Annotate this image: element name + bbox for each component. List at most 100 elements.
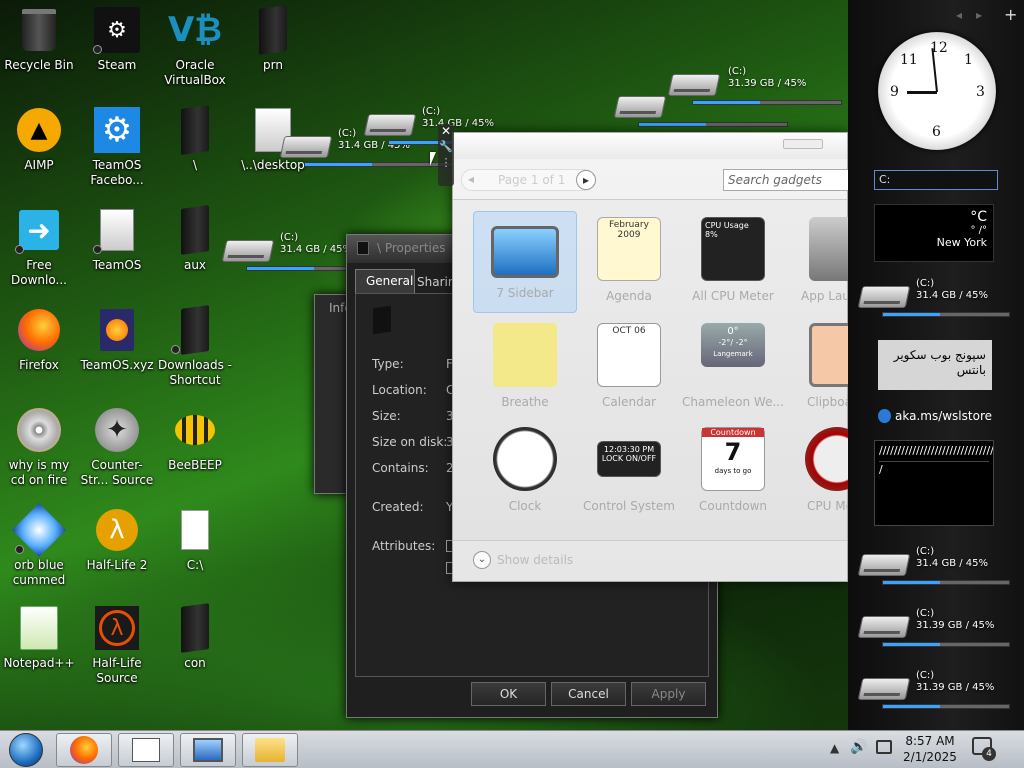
start-button[interactable] bbox=[4, 731, 48, 768]
desktop-icon-teamos-facebook[interactable]: ⚙ TeamOS Facebo... bbox=[78, 100, 156, 196]
countdown-title: Countdown bbox=[702, 428, 764, 437]
gadget-control-system[interactable]: 12:03:30 PM LOCK ON/OFF Control System bbox=[577, 421, 681, 523]
desktop-icon-free-download[interactable]: ➜ Free Downlo... bbox=[0, 200, 78, 296]
sidebar-link[interactable]: aka.ms/wslstore bbox=[878, 402, 992, 430]
gadget-name: Breathe bbox=[501, 395, 549, 409]
drive-gadget[interactable]: (C:) 31.39 GB / 45% bbox=[667, 66, 870, 112]
gadget-clipboard[interactable]: Clipboard bbox=[785, 317, 849, 419]
taskbar-firefox[interactable] bbox=[56, 733, 112, 767]
sidebar-nav-next[interactable]: ▸ bbox=[976, 8, 982, 22]
gadget-clock[interactable]: Clock bbox=[473, 421, 577, 523]
gadget-all-cpu-meter[interactable]: CPU Usage 8% All CPU Meter bbox=[681, 211, 785, 313]
gadget-countdown[interactable]: Countdown 7 days to go Countdown bbox=[681, 421, 785, 523]
folder-icon bbox=[357, 241, 369, 255]
drive-name: (C:) bbox=[916, 670, 935, 681]
desktop-icon-notepadpp[interactable]: Notepad++ bbox=[0, 598, 78, 694]
next-page-icon[interactable]: ▸ bbox=[576, 170, 596, 190]
network-icon[interactable] bbox=[876, 740, 892, 754]
hard-drive-icon bbox=[363, 114, 417, 136]
gadget-gallery-window[interactable]: ◂ Page 1 of 1 ▸ Search gadgets 7 Sidebar… bbox=[452, 132, 849, 582]
taskbar-properties[interactable] bbox=[118, 733, 174, 767]
cpu-gauge-icon bbox=[805, 427, 849, 491]
desktop-icon-backslash[interactable]: \ bbox=[156, 100, 234, 196]
sidebar-slash-box[interactable]: ////////////////////////////////////////… bbox=[874, 440, 994, 526]
gadget-cpu-meter[interactable]: CPU Meter bbox=[785, 421, 849, 523]
field-type-label: Type: bbox=[372, 357, 404, 371]
sidebar-search-input[interactable]: C: bbox=[874, 170, 998, 190]
gadget-name: 7 Sidebar bbox=[496, 286, 554, 300]
gadget-calendar[interactable]: OCT 06 Calendar bbox=[577, 317, 681, 419]
weather-range: -2°/ -2° bbox=[718, 338, 748, 347]
search-gadgets-input[interactable]: Search gadgets bbox=[723, 169, 849, 191]
agenda-header: February 2009 bbox=[609, 220, 649, 240]
gadget-name: Agenda bbox=[606, 289, 652, 303]
page-navigator: ◂ Page 1 of 1 ▸ bbox=[461, 169, 596, 191]
show-details-link[interactable]: Show details bbox=[497, 553, 573, 567]
desktop-icon-why-cd-on-fire[interactable]: why is my cd on fire bbox=[0, 400, 78, 496]
clock-icon bbox=[493, 427, 557, 491]
desktop-icon-counter-strike[interactable]: ✦ Counter-Str... Source bbox=[78, 400, 156, 496]
desktop-icon-orb-blue[interactable]: orb blue cummed bbox=[0, 500, 78, 596]
countdown-subtitle: days to go bbox=[714, 467, 752, 475]
control-time: 12:03:30 PM bbox=[603, 445, 655, 454]
sidebar-drive-gadget[interactable]: (C:) 31.4 GB / 45% bbox=[857, 278, 1024, 324]
drive-info: 31.4 GB / 45% bbox=[422, 118, 495, 129]
gadget-name: Chameleon We... bbox=[682, 395, 784, 409]
gadget-7-sidebar[interactable]: 7 Sidebar bbox=[473, 211, 577, 313]
firefox-icon bbox=[70, 736, 98, 764]
drag-handle-icon[interactable]: ⋮ bbox=[438, 156, 454, 172]
gadget-name: Calendar bbox=[602, 395, 656, 409]
taskbar-control-panel[interactable] bbox=[180, 733, 236, 767]
system-clock[interactable]: 8:57 AM 2/1/2025 bbox=[898, 733, 962, 765]
sidebar-note[interactable]: سپونج بوب سكوير بانتس bbox=[878, 340, 992, 390]
desktop-icon-con[interactable]: con bbox=[156, 598, 234, 694]
close-icon[interactable]: ✕ bbox=[438, 124, 454, 140]
minimize-button[interactable] bbox=[783, 139, 823, 149]
sidebar-nav-prev[interactable]: ◂ bbox=[956, 8, 962, 22]
gadget-app-launcher[interactable]: App Launcher bbox=[785, 211, 849, 313]
sidebar-drive-gadget[interactable]: (C:) 31.39 GB / 45% bbox=[857, 608, 1024, 654]
drive-info: 31.4 GB / 45% bbox=[916, 558, 989, 569]
sidebar-drive-gadget[interactable]: (C:) 31.39 GB / 45% bbox=[857, 670, 1024, 716]
weather-cloud-icon: 0° -2°/ -2° Langemark bbox=[701, 323, 765, 367]
desktop-icon-aimp[interactable]: ▲ AIMP bbox=[0, 100, 78, 196]
wrench-icon[interactable]: 🔧 bbox=[438, 140, 454, 156]
show-hidden-icons-icon[interactable]: ▲ bbox=[830, 741, 839, 755]
desktop-icon-downloads-shortcut[interactable]: Downloads - Shortcut bbox=[156, 300, 234, 396]
desktop-icon-c-drive[interactable]: C:\ bbox=[156, 500, 234, 596]
virtualbox-icon: V₿ bbox=[167, 10, 223, 50]
desktop-icon-aux[interactable]: aux bbox=[156, 200, 234, 296]
sidebar-add-gadget[interactable]: + bbox=[1004, 5, 1017, 24]
gallery-titlebar[interactable] bbox=[453, 133, 847, 159]
desktop-icon-half-life-2[interactable]: λ Half-Life 2 bbox=[78, 500, 156, 596]
cd-fire-icon bbox=[15, 406, 63, 454]
apply-button[interactable]: Apply bbox=[631, 682, 706, 706]
free-download-icon: ➜ bbox=[15, 206, 63, 254]
drive-usage-bar bbox=[882, 642, 1010, 647]
gadget-agenda[interactable]: February 2009 Agenda bbox=[577, 211, 681, 313]
clock-hour-hand bbox=[907, 91, 937, 94]
gadget-chameleon-weather[interactable]: 0° -2°/ -2° Langemark Chameleon We... bbox=[681, 317, 785, 419]
desktop-icon-firefox[interactable]: Firefox bbox=[0, 300, 78, 396]
ok-button[interactable]: OK bbox=[471, 682, 546, 706]
desktop-icon-teamos-xyz[interactable]: TeamOS.xyz bbox=[78, 300, 156, 396]
desktop-icon-beebeep[interactable]: BeeBEEP bbox=[156, 400, 234, 496]
gadget-breathe[interactable]: Breathe bbox=[473, 317, 577, 419]
desktop-icon-virtualbox[interactable]: V₿ Oracle VirtualBox bbox=[156, 0, 234, 96]
desktop-icon-recycle-bin[interactable]: Recycle Bin bbox=[0, 0, 78, 96]
cancel-button[interactable]: Cancel bbox=[551, 682, 626, 706]
weather-temp: 0° bbox=[727, 326, 739, 337]
desktop-icon-teamos[interactable]: TeamOS bbox=[78, 200, 156, 296]
desktop-icon-half-life-source[interactable]: λ Half-Life Source bbox=[78, 598, 156, 694]
volume-icon[interactable]: 🔊 bbox=[850, 739, 867, 755]
sidebar-drive-gadget[interactable]: (C:) 31.4 GB / 45% bbox=[857, 546, 1024, 592]
desktop-icon-steam[interactable]: ⚙ Steam bbox=[78, 0, 156, 96]
taskbar-explorer[interactable] bbox=[242, 733, 298, 767]
field-created-label: Created: bbox=[372, 500, 424, 514]
drive-name: (C:) bbox=[338, 128, 357, 139]
tab-general[interactable]: General bbox=[355, 269, 415, 293]
file-icon bbox=[171, 506, 219, 554]
prev-page-icon[interactable]: ◂ bbox=[468, 172, 474, 186]
show-details-chevron-icon[interactable]: ⌄ bbox=[473, 551, 491, 569]
desktop-icon-prn[interactable]: prn bbox=[234, 0, 312, 96]
